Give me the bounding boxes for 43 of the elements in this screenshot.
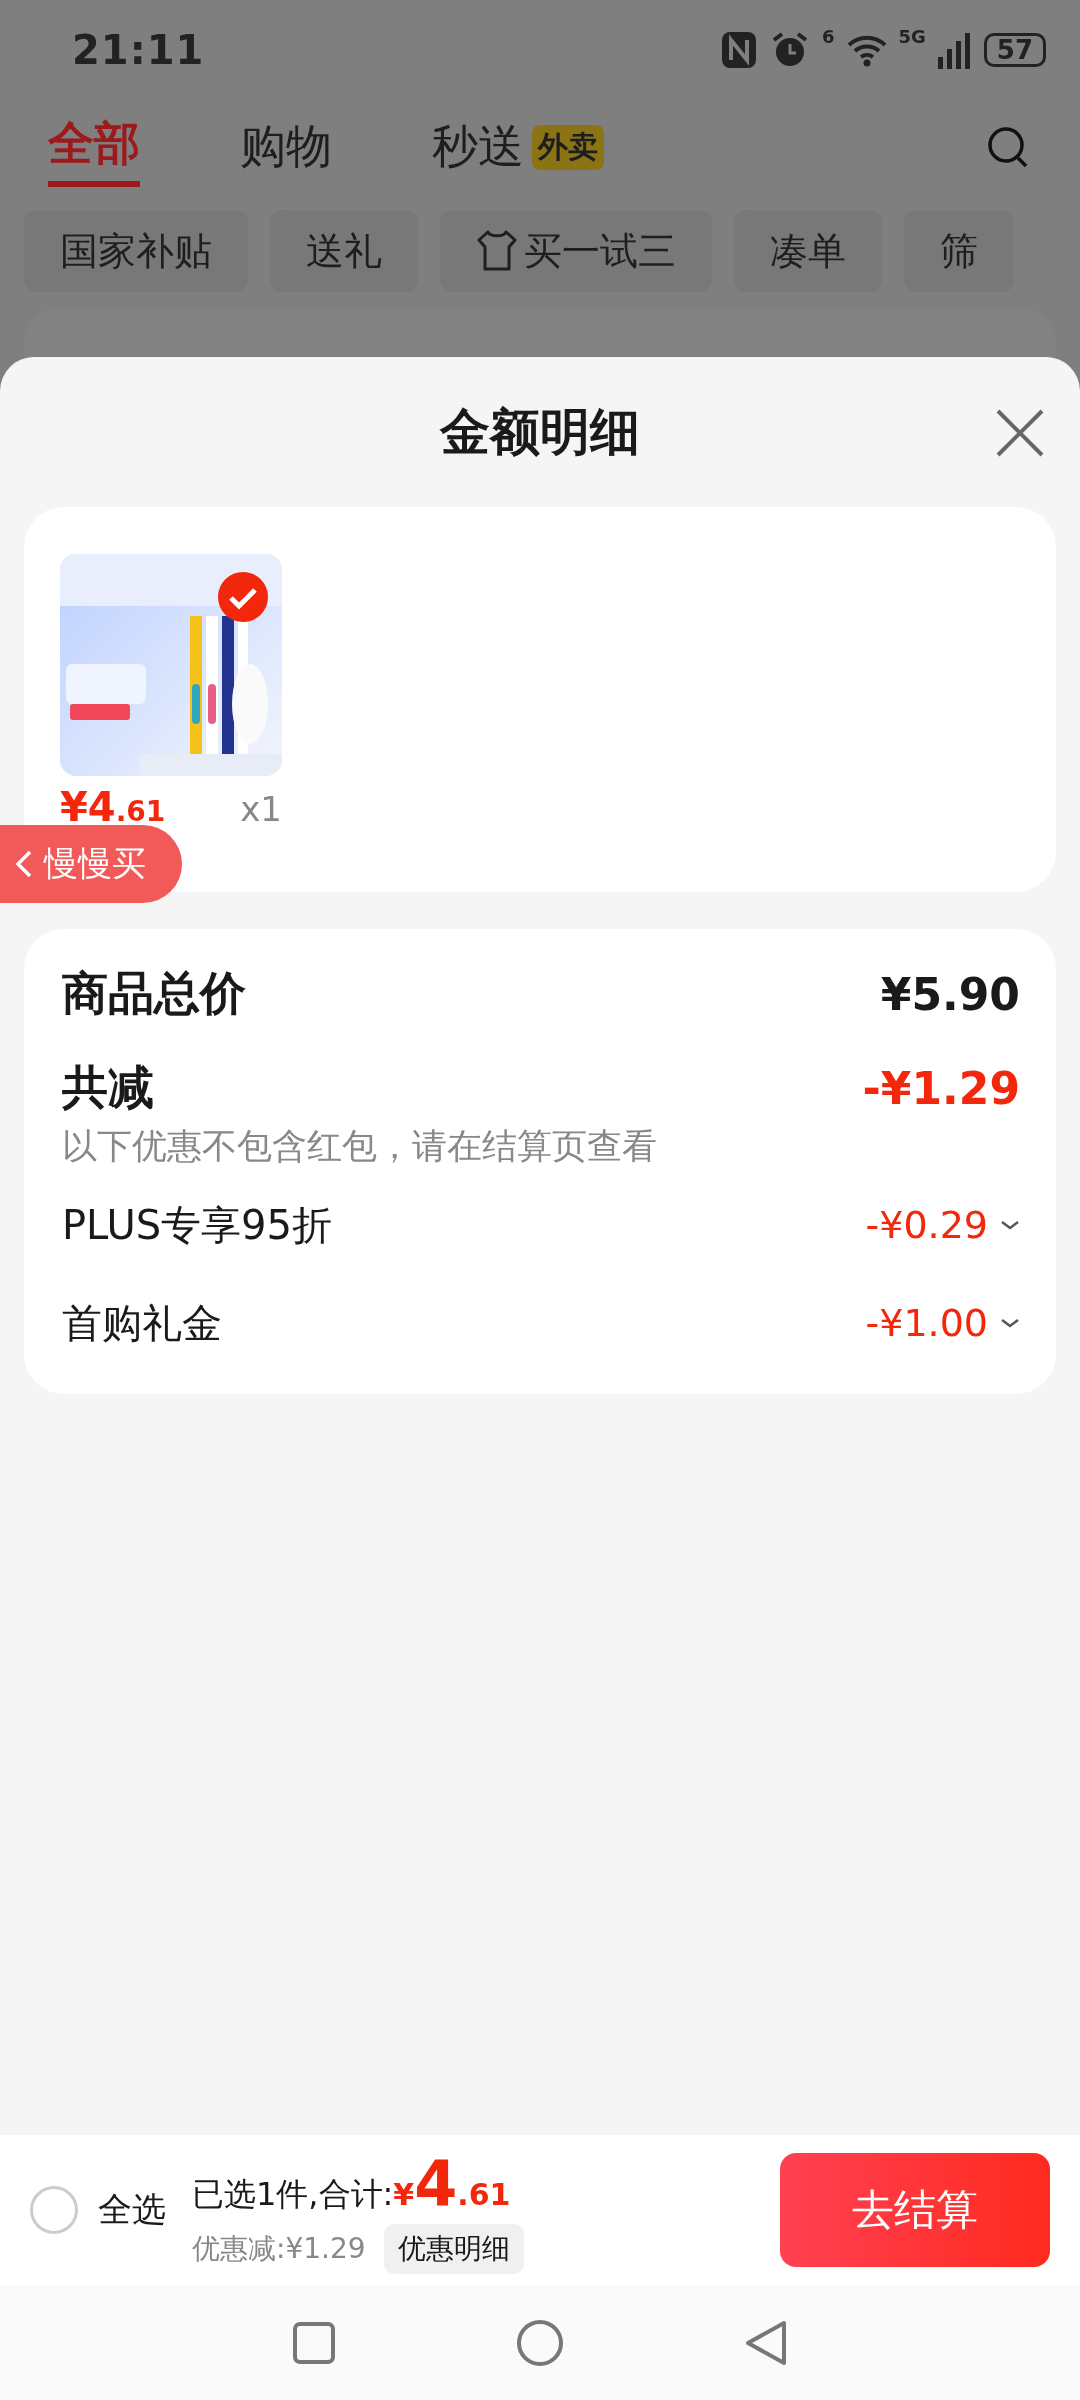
discount-label: PLUS专享95折 bbox=[62, 1200, 332, 1250]
recent-apps-icon[interactable] bbox=[292, 2320, 336, 2365]
sheet-title: 金额明细 bbox=[440, 401, 640, 463]
category-tab[interactable]: 全部 bbox=[48, 113, 140, 187]
select-all-label: 全选 bbox=[98, 2188, 166, 2231]
signal-icon bbox=[937, 31, 972, 69]
filter-chip[interactable]: 国家补贴 bbox=[24, 210, 248, 292]
checkout-button[interactable]: 去结算 bbox=[780, 2153, 1050, 2267]
total-price: ¥4.61 bbox=[393, 2146, 511, 2220]
category-tab[interactable]: 购物 bbox=[240, 116, 332, 184]
chevron-down-icon[interactable] bbox=[1000, 1317, 1020, 1329]
filter-chip[interactable]: 筛 bbox=[904, 210, 1014, 292]
saving-text: 优惠减:¥1.29 bbox=[192, 2230, 366, 2267]
summary-text: 已选1件,合计: bbox=[192, 2173, 394, 2215]
filter-chip[interactable]: 送礼 bbox=[270, 210, 418, 292]
chevron-left-icon bbox=[14, 848, 34, 880]
side-float-button[interactable]: 慢慢买 bbox=[0, 825, 182, 903]
item-quantity: x1 bbox=[240, 789, 282, 829]
network-label: 5G bbox=[898, 26, 926, 47]
filter-chip[interactable]: 凑单 bbox=[734, 210, 882, 292]
filter-chip[interactable]: 买一试三 bbox=[440, 210, 712, 292]
nfc-icon bbox=[719, 30, 758, 70]
wifi-label: 6 bbox=[821, 26, 835, 47]
total-label: 商品总价 bbox=[62, 965, 246, 1022]
chevron-down-icon[interactable] bbox=[1000, 1219, 1020, 1231]
category-tab[interactable]: 秒送 外卖 bbox=[432, 116, 604, 184]
reduction-note: 以下优惠不包含红包，请在结算页查看 bbox=[62, 1125, 658, 1168]
wifi-icon bbox=[846, 33, 887, 67]
reduction-value: -¥1.29 bbox=[862, 1062, 1020, 1114]
discount-detail-button[interactable]: 优惠明细 bbox=[383, 2223, 524, 2274]
total-value: ¥5.90 bbox=[880, 968, 1020, 1020]
tab-badge: 外卖 bbox=[532, 124, 604, 170]
select-all-radio[interactable] bbox=[30, 2186, 78, 2234]
home-icon[interactable] bbox=[516, 2318, 564, 2367]
back-icon[interactable] bbox=[744, 2318, 788, 2367]
close-button[interactable] bbox=[994, 407, 1046, 459]
discount-value: -¥1.00 bbox=[865, 1301, 988, 1345]
discount-value: -¥0.29 bbox=[865, 1203, 988, 1247]
discount-label: 首购礼金 bbox=[62, 1298, 222, 1348]
clock-time: 21:11 bbox=[72, 27, 205, 73]
reduction-label: 共减 bbox=[62, 1059, 154, 1116]
battery-level: 57 bbox=[983, 33, 1046, 67]
shirt-icon bbox=[476, 229, 518, 273]
